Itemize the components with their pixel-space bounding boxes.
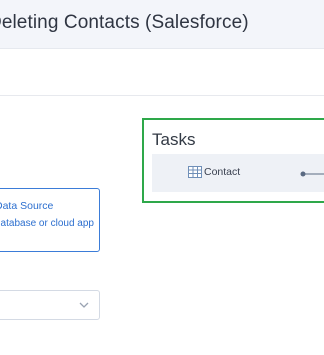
connector-handle-icon[interactable] [300, 171, 324, 177]
divider [0, 95, 324, 96]
page: Deleting Contacts (Salesforce) Data Sour… [0, 0, 324, 355]
source-select[interactable] [0, 290, 100, 320]
tasks-title: Tasks [152, 130, 196, 149]
tasks-panel: Tasks Contact [142, 118, 324, 203]
task-item-label: Contact [204, 166, 241, 178]
chevron-down-icon [79, 302, 89, 308]
table-icon [188, 166, 202, 178]
data-source-description: database or cloud app [0, 218, 94, 229]
data-source-card[interactable]: Data Source database or cloud app [0, 188, 100, 252]
data-source-title: Data Source [0, 200, 54, 212]
page-title: Deleting Contacts (Salesforce) [0, 12, 249, 33]
header-bar: Deleting Contacts (Salesforce) [0, 0, 324, 49]
task-item-contact[interactable]: Contact [152, 154, 324, 192]
